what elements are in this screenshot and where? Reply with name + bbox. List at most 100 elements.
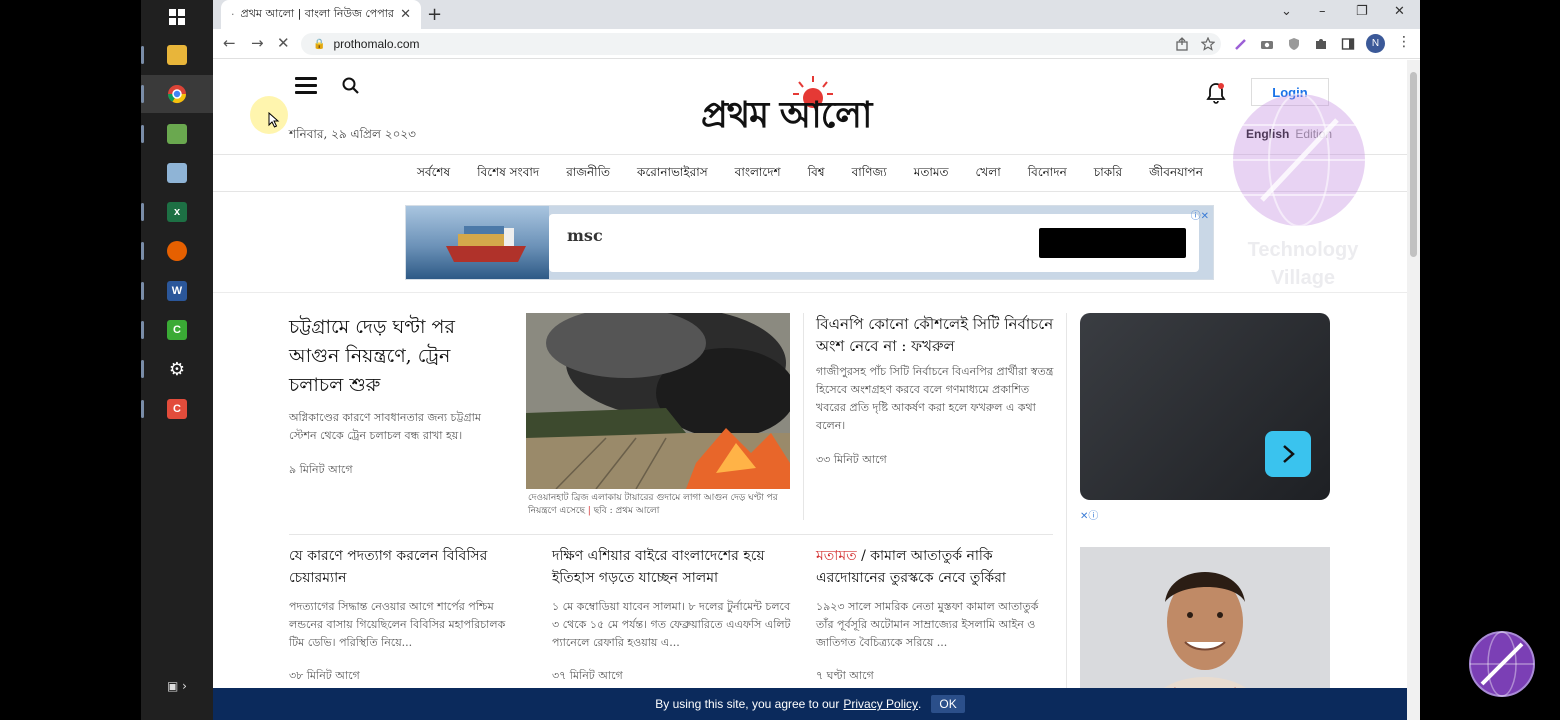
privacy-policy-link[interactable]: Privacy Policy (843, 697, 918, 711)
stop-loading-icon[interactable]: ✕ (277, 34, 290, 52)
extensions-puzzle-icon[interactable] (1314, 37, 1328, 51)
lead-summary: অগ্নিকাণ্ডের কারণে সাবধানতার জন্য চট্টগ্… (289, 411, 481, 442)
watermark-line: Village (1270, 267, 1336, 289)
share-icon[interactable] (1175, 37, 1189, 51)
ad-cta-button[interactable] (1039, 228, 1186, 258)
scrollbar-thumb[interactable] (1410, 72, 1417, 257)
story-headline[interactable]: দক্ষিণ এশিয়ার বাইরে বাংলাদেশের হয়ে ইতি… (552, 545, 792, 589)
story-headline[interactable]: যে কারণে পদত্যাগ করলেন বিবিসির চেয়ারম্য… (289, 545, 519, 589)
story-summary: ১৯২৩ সালে সামরিক নেতা মুস্তফা কামাল আতাত… (816, 600, 1039, 649)
cookie-consent-bar: By using this site, you agree to our Pri… (213, 688, 1407, 720)
shield-extension-icon[interactable] (1287, 37, 1301, 51)
search-icon[interactable] (342, 77, 360, 95)
camtasia-icon[interactable]: C (141, 311, 213, 349)
ad-panel: msc (549, 214, 1199, 272)
nav-item[interactable]: বিনোদন (1028, 164, 1067, 184)
restore-icon[interactable]: ❐ (1356, 4, 1368, 19)
browser-tab[interactable]: · প্রথম আলো | বাংলা নিউজ পেপার ✕ (221, 0, 421, 29)
technology-village-corner-logo-icon (1469, 631, 1535, 697)
close-tab-icon[interactable]: ✕ (400, 7, 411, 22)
nav-item[interactable]: সর্বশেষ (417, 164, 450, 184)
url-text: prothomalo.com (333, 37, 420, 51)
ad-logo: msc (567, 226, 603, 245)
cookie-ok-button[interactable]: OK (931, 695, 965, 713)
watermark-line: Technology (1247, 239, 1359, 261)
notification-bell-icon[interactable] (1206, 82, 1226, 104)
nav-item[interactable]: খেলা (976, 164, 1001, 184)
divider (213, 292, 1407, 293)
story-summary: গাজীপুরসহ পাঁচ সিটি নির্বাচনে বিএনপির প্… (816, 365, 1054, 432)
tab-strip: · প্রথম আলো | বাংলা নিউজ পেপার ✕ + ⌄ – ❐… (213, 0, 1420, 29)
story-time: ৭ ঘণ্টা আগে (816, 669, 874, 682)
play-arrow-icon[interactable] (1265, 431, 1311, 477)
address-bar[interactable]: 🔒 prothomalo.com (301, 33, 1221, 55)
taskbar: x W C ⚙ C ▣ › (141, 0, 213, 720)
camtasia-recorder-icon[interactable]: C (141, 390, 213, 428)
lead-headline[interactable]: চট্টগ্রামে দেড় ঘণ্টা পর আগুন নিয়ন্ত্রণ… (289, 313, 499, 400)
fire-news-photo[interactable] (526, 313, 790, 489)
ad-close-icon[interactable]: ⓘ✕ (1191, 207, 1209, 222)
divider (1066, 313, 1067, 688)
divider (289, 534, 1053, 535)
page-scrollbar[interactable] (1407, 60, 1420, 720)
tab-title: প্রথম আলো | বাংলা নিউজ পেপার (240, 7, 394, 20)
caption-credit: ছবি : প্রথম আলো (593, 506, 660, 516)
tab-search-icon[interactable]: ⌄ (1281, 4, 1292, 19)
new-tab-icon[interactable]: + (427, 4, 442, 25)
excel-icon[interactable]: x (141, 193, 213, 231)
notepad-icon[interactable] (141, 154, 213, 192)
hamburger-menu-icon[interactable] (295, 77, 317, 95)
more-menu-icon[interactable]: ⋮ (1397, 34, 1411, 50)
story-time: ৩৩ মিনিট আগে (816, 453, 887, 466)
adchoices-icon[interactable]: ✕ⓘ (1080, 507, 1098, 522)
nav-items: সর্বশেষ বিশেষ সংবাদ রাজনীতি করোনাভাইরাস … (417, 155, 1203, 193)
opinion-tag[interactable]: মতামত (816, 548, 857, 564)
video-ad[interactable] (1080, 313, 1330, 500)
pen-extension-icon[interactable] (1234, 37, 1248, 51)
paint-icon[interactable] (141, 115, 213, 153)
story-headline[interactable]: বিএনপি কোনো কৌশলেই সিটি নির্বাচনে অংশ নে… (816, 313, 1061, 357)
nav-item[interactable]: রাজনীতি (566, 164, 610, 184)
nav-item[interactable]: জীবনযাপন (1149, 164, 1203, 184)
ship-ad-image (406, 206, 549, 279)
browser-toolbar: ← → ✕ 🔒 prothomalo.com N ⋮ (213, 29, 1420, 59)
profile-avatar[interactable]: N (1366, 34, 1385, 53)
cookie-dot: . (918, 697, 922, 711)
mouse-cursor-icon (268, 112, 280, 128)
lead-time: ৯ মিনিট আগে (289, 463, 353, 476)
nav-item[interactable]: বিশ্ব (808, 164, 825, 184)
minimize-icon[interactable]: – (1319, 4, 1326, 19)
back-icon[interactable]: ← (223, 34, 236, 52)
lock-icon[interactable]: 🔒 (313, 39, 325, 50)
watermark-text: Technology Village (1228, 236, 1378, 292)
web-page: শনিবার, ২৯ এপ্রিল ২০২৩ প্রথম আলো Login E… (213, 60, 1407, 720)
camera-extension-icon[interactable] (1260, 37, 1274, 51)
logo-text: প্রথম আলো (701, 94, 872, 136)
nav-item[interactable]: করোনাভাইরাস (637, 164, 708, 184)
story-time: ৩৮ মিনিট আগে (289, 669, 360, 682)
photo-caption: দেওয়ানহাট ব্রিজ এলাকায় টায়ারের গুদামে… (528, 493, 778, 516)
story-summary: ১ মে কম্বোডিয়া যাবেন সালমা। ৮ দলের টুর্… (552, 600, 791, 649)
file-explorer-icon[interactable] (141, 36, 213, 74)
opinion-story[interactable]: মতামত / কামাল আতাতুর্ক নাকি এরদোয়ানের ত… (816, 545, 1054, 589)
bookmark-star-icon[interactable] (1201, 37, 1215, 51)
nav-item[interactable]: বাংলাদেশ (735, 164, 781, 184)
nav-item[interactable]: বাণিজ্য (852, 164, 887, 184)
nav-item[interactable]: চাকরি (1094, 164, 1122, 184)
prothom-alo-logo[interactable]: প্রথম আলো (701, 74, 921, 136)
banner-ad[interactable]: msc ⓘ✕ (405, 205, 1214, 280)
nav-item[interactable]: বিশেষ সংবাদ (477, 164, 539, 184)
side-panel-icon[interactable] (1341, 37, 1355, 51)
settings-icon[interactable]: ⚙ (141, 350, 213, 388)
word-icon[interactable]: W (141, 272, 213, 310)
tray-overflow-icon[interactable]: ▣ › (141, 667, 213, 705)
close-window-icon[interactable]: ✕ (1394, 4, 1405, 19)
chrome-icon[interactable] (141, 75, 213, 113)
windows-start-icon[interactable] (141, 0, 213, 36)
current-date: শনিবার, ২৯ এপ্রিল ২০২৩ (289, 127, 416, 141)
story-time: ৩৭ মিনিট আগে (552, 669, 623, 682)
forward-icon[interactable]: → (251, 34, 264, 52)
firefox-icon[interactable] (141, 232, 213, 270)
desktop: x W C ⚙ C ▣ › · প্রথম আলো | বাংলা নিউজ প… (0, 0, 1560, 720)
nav-item[interactable]: মতামত (914, 164, 949, 184)
